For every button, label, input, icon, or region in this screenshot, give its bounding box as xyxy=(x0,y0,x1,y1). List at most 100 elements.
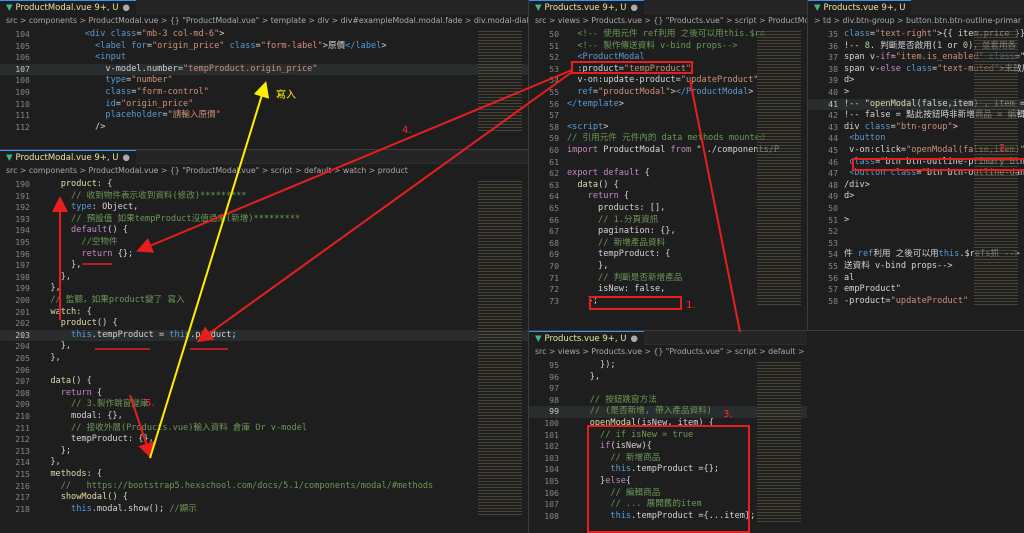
line-number[interactable]: 205 xyxy=(0,353,30,365)
line-number[interactable]: 47 xyxy=(808,168,838,180)
line-number[interactable]: 201 xyxy=(0,307,30,319)
code-line[interactable]: // 判斷是否新增產品 xyxy=(567,273,682,285)
code-line[interactable]: al xyxy=(844,273,854,285)
line-number[interactable]: 108 xyxy=(529,511,559,523)
code-line[interactable]: }); xyxy=(569,360,616,372)
code-line[interactable]: // https://bootstrap5.hexschool.com/docs… xyxy=(40,481,434,493)
code-line[interactable]: <label for="origin_price" class="form-la… xyxy=(64,41,387,53)
line-number[interactable]: 192 xyxy=(0,202,30,214)
editor-pane-top-left[interactable]: ▼ ProductModal.vue 9+, U ● src > component… xyxy=(0,0,528,150)
code-line[interactable]: placeholder="請輸入原價" xyxy=(64,110,220,122)
line-number[interactable]: 206 xyxy=(0,365,30,377)
line-number[interactable]: 53 xyxy=(529,64,559,76)
code-line[interactable]: d> xyxy=(844,191,854,203)
line-number[interactable]: 65 xyxy=(529,203,559,215)
code-line[interactable]: products: [], xyxy=(567,203,665,215)
line-number[interactable]: 73 xyxy=(529,296,559,308)
tab-productmodal[interactable]: ▼ ProductModal.vue 9+, U ● xyxy=(0,0,136,14)
pane-divider[interactable] xyxy=(807,0,808,330)
code-line[interactable]: // 收到物件表示收到資料(修改)********* xyxy=(40,191,247,203)
line-number[interactable]: 104 xyxy=(529,464,559,476)
code-area[interactable]: 35class="text-right">{{ item.price }}36!… xyxy=(808,27,1024,330)
close-icon[interactable]: ● xyxy=(630,3,637,13)
code-line[interactable]: /div> xyxy=(844,180,870,192)
line-number[interactable]: 213 xyxy=(0,446,30,458)
line-number[interactable]: 35 xyxy=(808,29,838,41)
line-number[interactable]: 68 xyxy=(529,238,559,250)
line-number[interactable]: 37 xyxy=(808,52,838,64)
line-number[interactable]: 51 xyxy=(529,41,559,53)
line-number[interactable]: 55 xyxy=(529,87,559,99)
line-number[interactable]: 110 xyxy=(0,99,30,111)
line-number[interactable]: 54 xyxy=(808,249,838,261)
line-number[interactable]: 97 xyxy=(529,383,559,395)
line-number[interactable]: 61 xyxy=(529,157,559,169)
code-line[interactable]: watch: { xyxy=(40,307,91,319)
line-number[interactable]: 215 xyxy=(0,469,30,481)
line-number[interactable]: 105 xyxy=(0,41,30,53)
code-line[interactable]: // 引用元件 元件內的 data methods mounted xyxy=(567,133,765,145)
line-number[interactable]: 207 xyxy=(0,376,30,388)
code-line[interactable]: }, xyxy=(40,283,60,295)
line-number[interactable]: 198 xyxy=(0,272,30,284)
line-number[interactable]: 60 xyxy=(529,145,559,157)
line-number[interactable]: 62 xyxy=(529,168,559,180)
code-area[interactable]: 104 <div class="mb-3 col-md-6"> 105 <labe… xyxy=(0,27,528,150)
breadcrumb[interactable]: > td > div.btn-group > button.btn.btn-ou… xyxy=(808,14,1024,27)
line-number[interactable]: 42 xyxy=(808,110,838,122)
line-number[interactable]: 193 xyxy=(0,214,30,226)
line-number[interactable]: 71 xyxy=(529,273,559,285)
line-number[interactable]: 202 xyxy=(0,318,30,330)
code-line[interactable]: div class="btn-group"> xyxy=(844,122,958,134)
pane-divider[interactable] xyxy=(0,149,528,150)
tab-products[interactable]: ▼ Products.vue 9+, U xyxy=(808,0,912,14)
code-line[interactable]: //空物件 xyxy=(40,237,117,249)
line-number[interactable]: 58 xyxy=(808,296,838,308)
line-number[interactable]: 38 xyxy=(808,64,838,76)
line-number[interactable]: 102 xyxy=(529,441,559,453)
line-number[interactable]: 204 xyxy=(0,341,30,353)
code-line[interactable]: }, xyxy=(40,457,60,469)
line-number[interactable]: 48 xyxy=(808,180,838,192)
code-line[interactable]: > xyxy=(844,215,849,227)
close-icon[interactable]: ● xyxy=(630,334,637,344)
line-number[interactable]: 59 xyxy=(529,133,559,145)
minimap[interactable] xyxy=(478,29,522,134)
line-number[interactable]: 106 xyxy=(0,52,30,64)
line-number[interactable]: 95 xyxy=(529,360,559,372)
line-number[interactable]: 103 xyxy=(529,453,559,465)
line-number[interactable]: 190 xyxy=(0,179,30,191)
code-line[interactable]: }, xyxy=(40,341,71,353)
code-line[interactable]: modal: {}, xyxy=(40,411,123,423)
line-number[interactable]: 108 xyxy=(0,75,30,87)
line-number[interactable]: 40 xyxy=(808,87,838,99)
minimap[interactable] xyxy=(757,29,801,308)
code-line[interactable]: tempProduct: { xyxy=(567,249,670,261)
line-number[interactable]: 66 xyxy=(529,215,559,227)
code-line[interactable]: <script> xyxy=(567,122,608,134)
line-number[interactable]: 44 xyxy=(808,133,838,145)
line-number[interactable]: 56 xyxy=(808,273,838,285)
code-line[interactable]: 送資料 v-bind props--> xyxy=(844,261,953,273)
line-number[interactable]: 51 xyxy=(808,215,838,227)
line-number[interactable]: 216 xyxy=(0,481,30,493)
line-number[interactable]: 208 xyxy=(0,388,30,400)
code-line[interactable]: }, xyxy=(40,353,60,365)
code-line[interactable]: product() { xyxy=(40,318,118,330)
code-line[interactable]: // 1.分頁資訊 xyxy=(567,215,658,227)
minimap[interactable] xyxy=(757,360,801,523)
tab-products[interactable]: ▼ Products.vue 9+, U ● xyxy=(529,0,644,14)
code-line[interactable]: // 接收外層(Products.vue)輸入資料 倉庫 Or v-model xyxy=(40,423,307,435)
code-line[interactable]: // 預設值 如果tempProduct沒值過來(新增)********* xyxy=(40,214,300,226)
line-number[interactable]: 111 xyxy=(0,110,30,122)
code-area[interactable]: 190 product: {191 // 收到物件表示收到資料(修改)*****… xyxy=(0,177,528,533)
breadcrumb[interactable]: src > views > Products.vue > {} "Product… xyxy=(529,345,807,358)
code-line[interactable]: // (是否新增, 帶入產品資料) xyxy=(569,406,712,418)
breadcrumb[interactable]: src > components > ProductModal.vue > {}… xyxy=(0,14,528,27)
code-line[interactable]: <!-- 製作傳送資料 v-bind props--> xyxy=(567,41,737,53)
line-number[interactable]: 112 xyxy=(0,122,30,134)
line-number[interactable]: 107 xyxy=(0,64,30,76)
close-icon[interactable]: ● xyxy=(123,153,130,163)
code-line[interactable]: <!-- 使用元件 ref利用 之後可以用this.$re xyxy=(567,29,765,41)
code-line[interactable]: import ProductModal from "../components/… xyxy=(567,145,779,157)
